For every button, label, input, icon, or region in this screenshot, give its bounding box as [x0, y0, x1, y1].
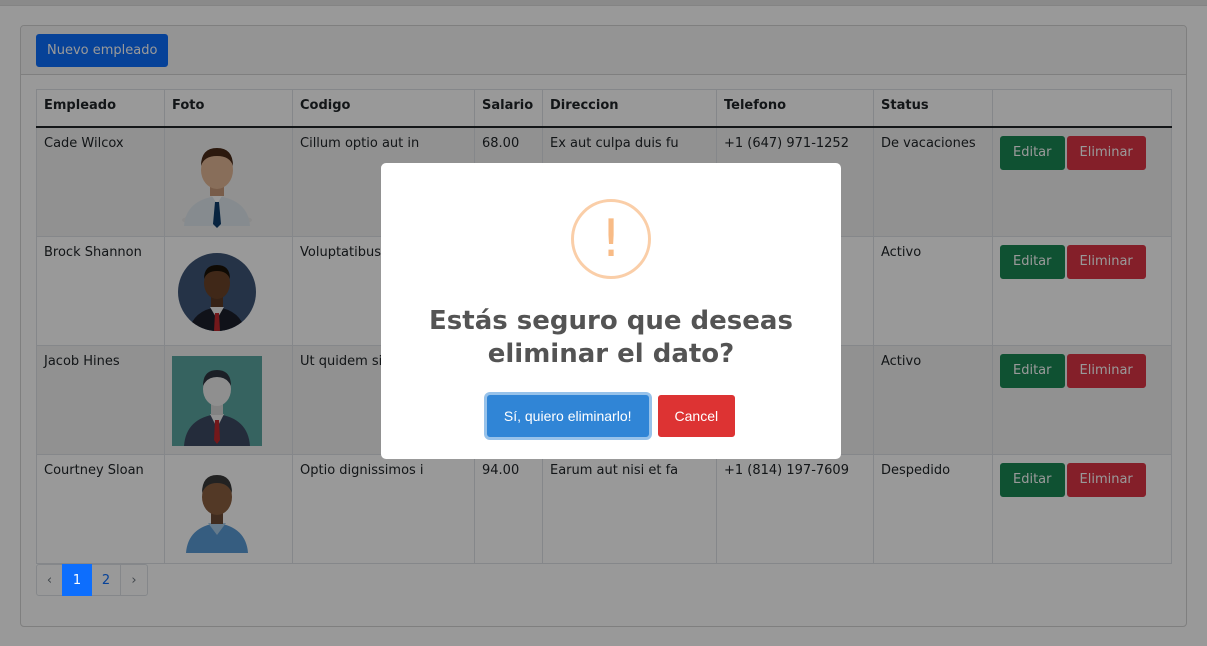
- cancel-button[interactable]: Cancel: [657, 395, 736, 437]
- dialog-title: Estás seguro que deseas eliminar el dato…: [429, 306, 793, 369]
- dialog-actions: Sí, quiero eliminarlo! Cancel: [381, 395, 841, 437]
- pagination-page-1[interactable]: 1: [62, 564, 92, 596]
- warning-icon: !: [571, 199, 651, 279]
- confirm-delete-dialog: ! Estás seguro que deseas eliminar el da…: [381, 163, 841, 459]
- confirm-delete-button[interactable]: Sí, quiero eliminarlo!: [486, 395, 649, 437]
